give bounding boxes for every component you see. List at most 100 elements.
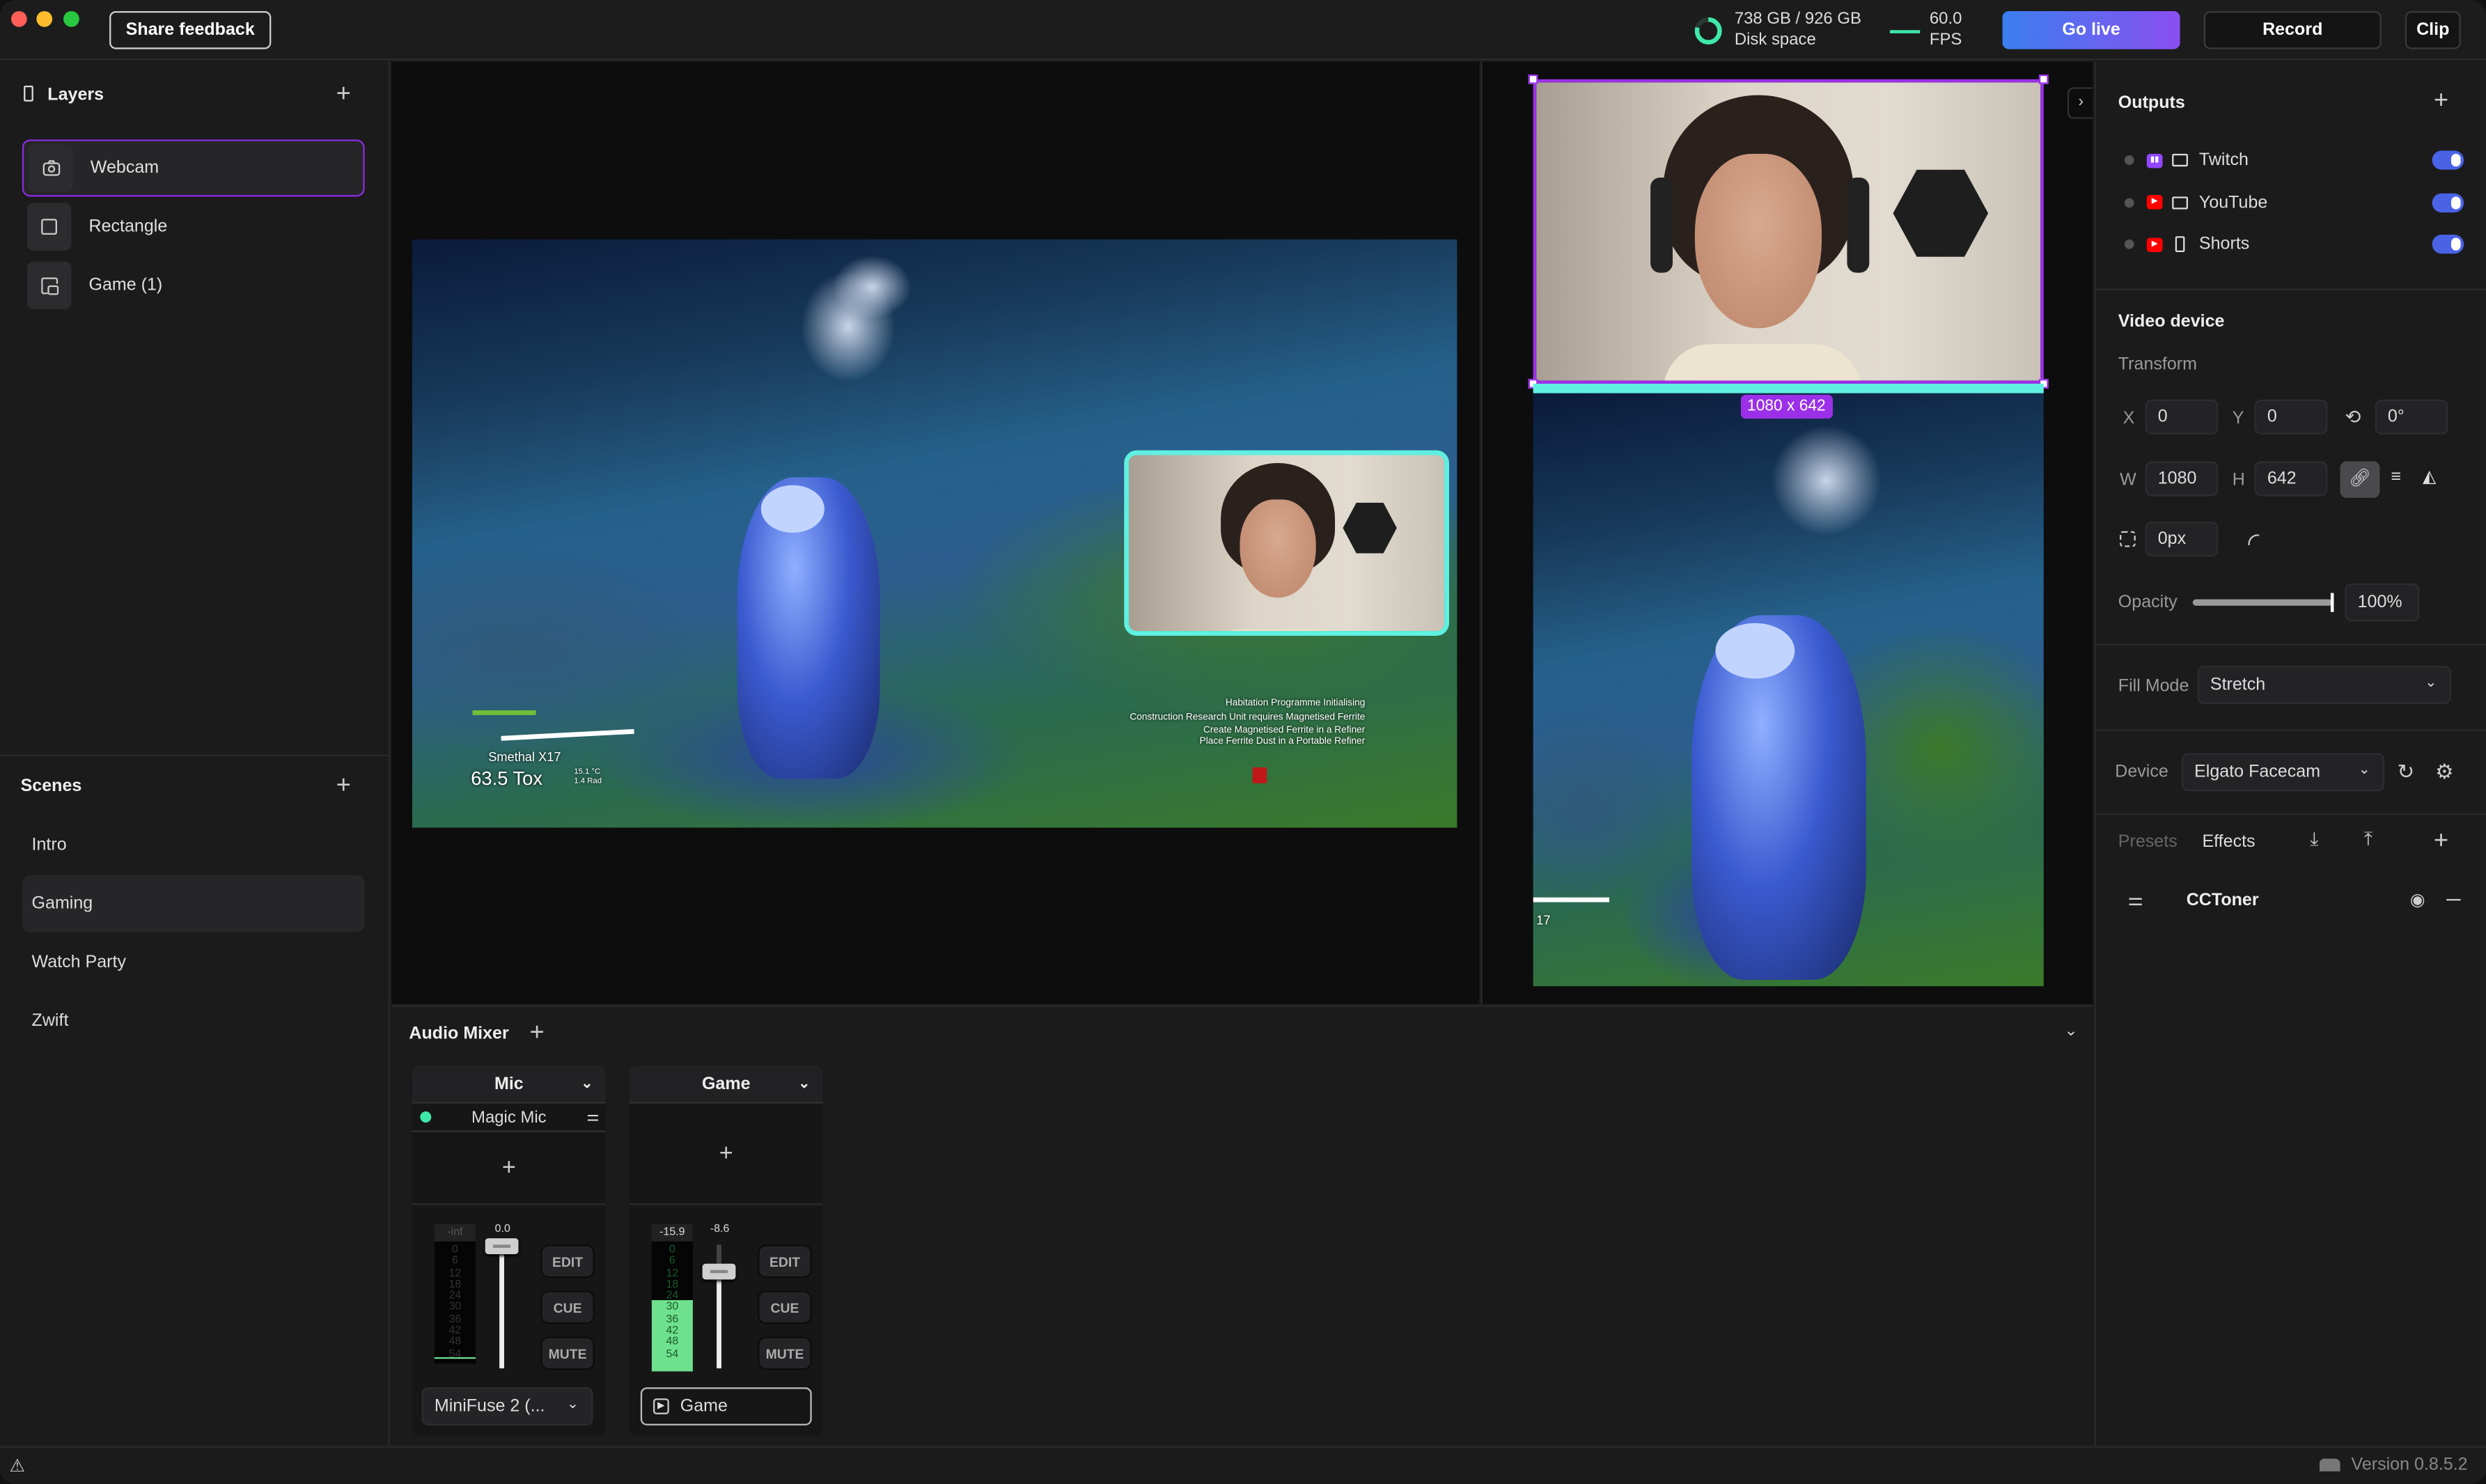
warning-icon[interactable]: ⚠ — [10, 1455, 25, 1476]
resize-handle[interactable] — [1528, 75, 1538, 84]
meter-tick: 24 — [448, 1290, 462, 1302]
add-scene-button[interactable]: + — [336, 773, 351, 798]
y-input[interactable]: 0 — [2254, 399, 2328, 435]
close-window-button[interactable] — [10, 10, 27, 27]
channel-name: Mic — [494, 1074, 524, 1093]
twitch-icon: ▮▮ — [2146, 153, 2163, 168]
gain-readout: -8.6 — [710, 1224, 730, 1235]
add-output-button[interactable]: + — [2434, 88, 2448, 113]
maximize-window-button[interactable] — [63, 10, 79, 27]
volume-fader[interactable] — [702, 1244, 736, 1368]
audio-channel-mic: Mic ⌄ Magic Mic ⚌ + -inf 0 6 12 18 24 30 36 42 48… — [412, 1065, 606, 1437]
share-feedback-button[interactable]: Share feedback — [109, 10, 272, 49]
webcam-layer-selected[interactable] — [1533, 79, 2044, 384]
status-dot — [2124, 239, 2134, 249]
output-toggle[interactable] — [2432, 192, 2464, 212]
video-device-title: Video device — [2118, 312, 2225, 331]
mute-button[interactable]: MUTE — [542, 1338, 593, 1368]
landscape-format-icon — [2172, 153, 2188, 167]
opacity-slider-handle[interactable] — [2330, 593, 2334, 612]
sliders-icon[interactable]: ⚌ — [2127, 889, 2143, 910]
scene-item-watch-party[interactable]: Watch Party — [22, 934, 365, 991]
output-shorts[interactable]: ▶ Shorts — [2118, 228, 2467, 260]
input-device-value: MiniFuse 2 (... — [434, 1396, 545, 1416]
minimize-window-button[interactable] — [36, 10, 53, 27]
rotation-input[interactable]: 0° — [2375, 399, 2448, 435]
effect-cctoner[interactable]: CCToner — [2187, 891, 2259, 910]
scene-item-gaming[interactable]: Gaming — [22, 875, 365, 932]
channel-header[interactable]: Mic ⌄ — [412, 1065, 606, 1104]
layer-item-game[interactable]: Game (1) — [22, 257, 365, 314]
w-label: W — [2120, 471, 2136, 490]
output-toggle[interactable] — [2432, 150, 2464, 170]
resize-handle[interactable] — [2038, 75, 2049, 84]
cue-button[interactable]: CUE — [759, 1292, 811, 1322]
corner-radius-input[interactable]: 0px — [2145, 522, 2219, 557]
scene-item-zwift[interactable]: Zwift — [22, 992, 365, 1049]
mute-button[interactable]: MUTE — [759, 1338, 811, 1368]
add-layer-button[interactable]: + — [336, 81, 351, 107]
import-icon[interactable]: ⤓ — [2310, 827, 2318, 851]
input-device-select[interactable]: MiniFuse 2 (... ⌄ — [421, 1387, 593, 1426]
game-layer-portrait[interactable]: 17 — [1533, 383, 2044, 987]
output-youtube[interactable]: ▶ YouTube — [2118, 187, 2467, 219]
cue-button[interactable]: CUE — [542, 1292, 593, 1322]
meter-tick: 36 — [448, 1313, 462, 1325]
x-input[interactable]: 0 — [2145, 399, 2219, 435]
gear-icon[interactable]: ⚙ — [2435, 760, 2454, 785]
eye-icon[interactable]: ◉ — [2410, 889, 2425, 910]
game-capture-preview[interactable]: Smethal X17 63.5 Tox 15.1 °C 1.4 Rad Hab… — [412, 239, 1457, 828]
layer-item-rectangle[interactable]: Rectangle — [22, 198, 365, 256]
game-source-button[interactable]: ▶ Game — [640, 1387, 812, 1426]
add-effect-button[interactable]: + — [2434, 829, 2448, 854]
layer-item-webcam[interactable]: Webcam — [22, 139, 365, 197]
youtube-icon: ▶ — [2146, 237, 2163, 251]
fader-handle[interactable] — [485, 1238, 519, 1254]
output-twitch[interactable]: ▮▮ Twitch — [2118, 144, 2467, 176]
fill-mode-select[interactable]: Stretch ⌄ — [2197, 666, 2451, 704]
landscape-canvas[interactable]: Smethal X17 63.5 Tox 15.1 °C 1.4 Rad Hab… — [391, 61, 1480, 1004]
fader-fill — [499, 1244, 505, 1368]
remove-effect-icon[interactable] — [2446, 898, 2461, 901]
add-filter-button[interactable]: + — [629, 1104, 823, 1205]
tab-effects[interactable]: Effects — [2202, 832, 2255, 851]
game-source-label: Game — [680, 1396, 728, 1416]
layer-label: Game (1) — [88, 276, 163, 295]
filter-magic-mic[interactable]: Magic Mic ⚌ — [412, 1104, 606, 1132]
add-audio-source-button[interactable]: + — [529, 1020, 544, 1045]
export-icon[interactable]: ⤒ — [2364, 827, 2372, 851]
audio-mixer: Audio Mixer + ⌄ Mic ⌄ Magic Mic ⚌ + -inf … — [391, 1005, 2093, 1446]
flip-horizontal-icon[interactable]: ◭ — [2423, 466, 2436, 487]
link-aspect-ratio-icon[interactable]: 🔗︎ — [2340, 461, 2380, 498]
opacity-input[interactable]: 100% — [2345, 583, 2420, 622]
webcam-overlay[interactable] — [1124, 450, 1449, 636]
fader-handle[interactable] — [702, 1263, 736, 1279]
output-toggle[interactable] — [2432, 234, 2464, 254]
go-live-button[interactable]: Go live — [2002, 10, 2180, 49]
height-input[interactable]: 642 — [2254, 461, 2328, 497]
collapse-mixer-chevron-icon[interactable]: ⌄ — [2064, 1023, 2077, 1040]
picture-in-picture-icon — [26, 261, 72, 309]
edit-button[interactable]: EDIT — [759, 1246, 811, 1276]
volume-fader[interactable] — [485, 1238, 519, 1368]
scene-item-intro[interactable]: Intro — [22, 817, 365, 874]
sliders-icon[interactable]: ⚌ — [586, 1108, 599, 1125]
edit-button[interactable]: EDIT — [542, 1246, 593, 1276]
refresh-icon[interactable]: ↻ — [2398, 760, 2415, 785]
layer-label: Webcam — [90, 158, 159, 178]
camera-icon — [28, 144, 73, 192]
status-dot — [2124, 155, 2134, 165]
collapse-panel-chevron-icon[interactable]: › — [2067, 87, 2093, 119]
portrait-canvas[interactable]: 17 1080 x 642 › — [1480, 61, 2093, 1004]
add-filter-button[interactable]: + — [412, 1132, 606, 1205]
peak-readout: -inf — [434, 1224, 476, 1242]
clip-button[interactable]: Clip — [2405, 10, 2461, 49]
width-input[interactable]: 1080 — [2145, 461, 2219, 497]
opacity-slider[interactable] — [2192, 599, 2333, 606]
flip-vertical-icon[interactable]: ≡ — [2391, 468, 2401, 487]
fader-fill — [717, 1269, 721, 1368]
channel-header[interactable]: Game ⌄ — [629, 1065, 823, 1104]
record-button[interactable]: Record — [2203, 10, 2382, 49]
tab-presets[interactable]: Presets — [2118, 832, 2178, 851]
device-select[interactable]: Elgato Facecam ⌄ — [2181, 753, 2385, 792]
